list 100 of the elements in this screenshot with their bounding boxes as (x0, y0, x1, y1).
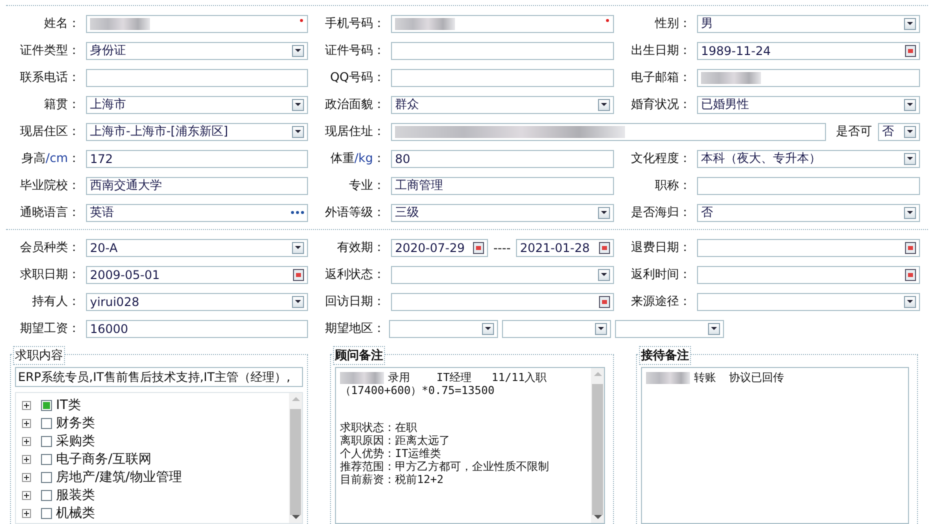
field-label: 外语等级： (324, 204, 386, 221)
note-line: 推荐范围：甲方乙方都可，企业性质不限制 (340, 460, 549, 473)
field-label: 籍贯： (43, 96, 81, 113)
checkbox[interactable] (41, 508, 52, 518)
dropdown-field[interactable]: 群众 (391, 96, 614, 114)
input-field[interactable]: 80 (391, 150, 614, 168)
checkbox[interactable] (41, 454, 52, 464)
job-summary-field[interactable]: ERP系统专员,IT售前售后技术支持,IT主管（经理）, (15, 367, 303, 387)
input-field[interactable] (697, 68, 920, 86)
field-label: 会员种类： (19, 239, 81, 256)
tree-item[interactable]: 电子商务/互联网 (56, 450, 152, 468)
input-field[interactable] (86, 14, 308, 32)
date-field[interactable] (391, 292, 614, 310)
field-value: 否 (701, 204, 714, 221)
checkbox[interactable] (41, 472, 52, 482)
field-value: 172 (90, 152, 114, 166)
note-line: 转账 协议已回传 (694, 371, 784, 384)
note-line: 个人优势：IT运维类 (340, 447, 442, 460)
date-field[interactable] (697, 266, 920, 284)
field-value: 16000 (90, 322, 130, 336)
field-label: 证件类型： (19, 42, 81, 59)
dropdown-field[interactable]: 身份证 (86, 42, 308, 60)
field-label: 专业： (348, 177, 386, 194)
input-field[interactable]: 172 (86, 150, 308, 168)
panel-legend: 求职内容 (13, 346, 65, 365)
dropdown-field[interactable]: yirui028 (86, 292, 308, 310)
dropdown-field[interactable] (615, 320, 724, 338)
date-field[interactable] (697, 238, 920, 256)
input-field[interactable] (697, 176, 920, 194)
dropdown-field[interactable]: 上海市 (86, 96, 308, 114)
calendar-icon[interactable] (293, 268, 304, 280)
dropdown-field[interactable]: 否 (697, 204, 920, 222)
checkbox[interactable] (41, 490, 52, 500)
input-field[interactable]: 16000 (86, 320, 308, 338)
calendar-icon[interactable] (473, 242, 484, 254)
field-label: 求职日期： (19, 266, 81, 283)
field-label: 电子邮箱： (630, 69, 692, 86)
input-field[interactable] (391, 68, 614, 86)
checkbox[interactable] (41, 436, 52, 446)
input-field[interactable]: 西南交通大学 (86, 176, 308, 194)
scrollbar[interactable] (289, 393, 302, 523)
input-field[interactable] (391, 122, 826, 140)
tree-item[interactable]: 采购类 (56, 432, 95, 450)
field-value: 英语 (90, 204, 115, 221)
tree-item[interactable]: 房地产/建筑/物业管理 (56, 468, 182, 486)
calendar-icon[interactable] (599, 296, 610, 308)
field-value: 上海市 (90, 96, 127, 113)
tree-item[interactable]: IT类 (56, 396, 81, 414)
panel-legend: 接待备注 (639, 346, 691, 365)
field-label: 期望工资： (19, 320, 81, 337)
tree-item[interactable]: 机械类 (56, 504, 95, 522)
ellipsis-icon[interactable] (291, 211, 304, 214)
tree-item[interactable]: 服装类 (56, 486, 95, 504)
date-field[interactable]: 2021-01-28 (516, 238, 614, 256)
calendar-icon[interactable] (599, 242, 610, 254)
field-label: 是否可 (835, 123, 873, 140)
dropdown-field[interactable] (502, 320, 611, 338)
field-label: 有效期： (336, 239, 386, 256)
date-field[interactable]: 2020-07-29 (391, 238, 488, 256)
field-label: 返利状态： (324, 266, 386, 283)
dropdown-field[interactable]: 20-A (86, 238, 308, 256)
picker-field[interactable]: 英语 (86, 204, 308, 222)
dropdown-field[interactable] (697, 292, 920, 310)
field-label: 回访日期： (324, 293, 386, 310)
dropdown-field[interactable]: 已婚男性 (697, 96, 920, 114)
field-label: 性别： (654, 15, 692, 32)
checkbox[interactable] (41, 418, 52, 428)
calendar-icon[interactable] (905, 242, 916, 254)
input-field[interactable]: 工商管理 (391, 176, 614, 194)
note-line: 离职原因：距离太远了 (340, 434, 450, 447)
input-field[interactable] (391, 14, 614, 32)
field-label: 身高/cm： (20, 150, 81, 167)
field-value: yirui028 (90, 294, 140, 308)
input-field[interactable] (86, 68, 308, 86)
checkbox[interactable] (41, 400, 52, 410)
date-field[interactable]: 1989-11-24 (697, 42, 920, 60)
dropdown-field[interactable]: 上海市-上海市-[浦东新区] (86, 122, 308, 140)
dropdown-field[interactable] (391, 266, 614, 284)
field-value: 男 (701, 15, 714, 32)
dropdown-field[interactable]: 否 (878, 122, 920, 140)
notes-textarea[interactable]: 转账 协议已回传 (641, 367, 909, 524)
field-value: 已婚男性 (701, 96, 750, 113)
dropdown-field[interactable]: 男 (697, 14, 920, 32)
tree-item[interactable]: 财务类 (56, 414, 95, 432)
field-label: 体重/kg： (329, 150, 386, 167)
field-value: 西南交通大学 (90, 177, 163, 194)
input-field[interactable] (391, 42, 614, 60)
scrollbar[interactable] (591, 368, 604, 523)
date-field[interactable]: 2009-05-01 (86, 266, 308, 284)
calendar-icon[interactable] (905, 44, 916, 56)
dropdown-field[interactable] (389, 320, 498, 338)
field-value: 群众 (395, 96, 420, 113)
field-value: 三级 (395, 204, 420, 221)
note-line: 目前薪资：税前12+2 (340, 473, 444, 486)
notes-textarea[interactable]: 录用 IT经理 11/11入职 （17400+600）*0.75=13500 求职状态：在职 离职原因：距离太远了 个人优势：IT运维类 推荐范围：甲方乙方都可，企业性质不限制 目前薪资：税前12+2 (335, 367, 605, 524)
dropdown-field[interactable]: 本科（夜大、专升本） (697, 150, 920, 168)
calendar-icon[interactable] (905, 268, 916, 280)
field-label: 婚育状况： (630, 96, 692, 113)
dropdown-field[interactable]: 三级 (391, 204, 614, 222)
field-label: 姓名： (43, 15, 81, 32)
